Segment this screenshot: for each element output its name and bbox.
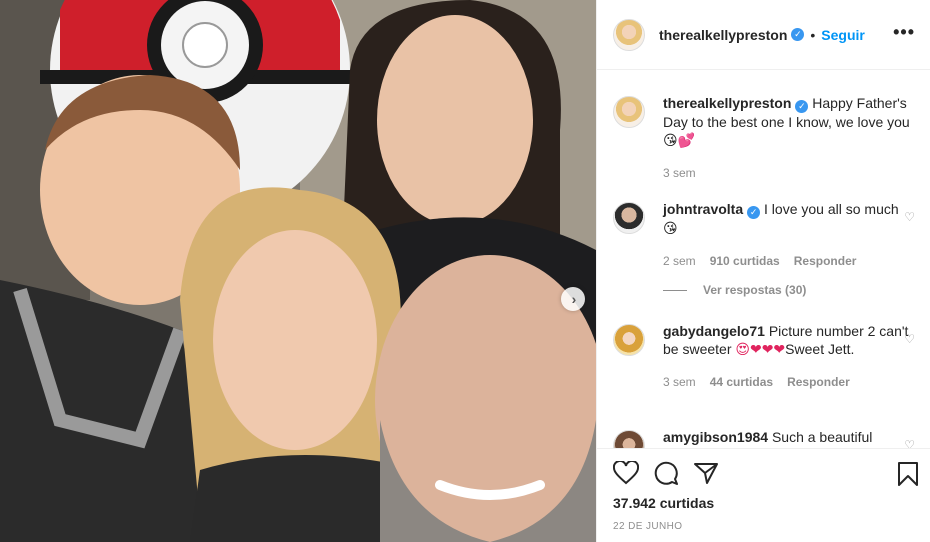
caption-emoji: 😘💕 bbox=[663, 133, 696, 149]
comment-likes[interactable]: 910 curtidas bbox=[710, 252, 780, 270]
verified-badge-icon: ✓ bbox=[747, 206, 761, 219]
reply-button[interactable]: Responder bbox=[794, 252, 857, 270]
comment-like-heart-icon[interactable]: ♡ bbox=[904, 210, 915, 224]
header-separator: • bbox=[810, 26, 816, 43]
comment-avatar[interactable] bbox=[613, 430, 645, 448]
caption-avatar[interactable] bbox=[613, 96, 645, 128]
comment-likes[interactable]: 44 curtidas bbox=[710, 373, 773, 391]
family-selfie-image bbox=[0, 0, 596, 542]
caption-username[interactable]: therealkellypreston bbox=[663, 95, 791, 111]
post-header: therealkellypreston ✓ • Seguir ••• bbox=[597, 0, 930, 70]
comment-row: johntravolta ✓ I love you all so much 😘 2… bbox=[613, 200, 923, 270]
comment-icon[interactable] bbox=[653, 461, 679, 485]
comment-username[interactable]: amygibson1984 bbox=[663, 429, 768, 445]
caption-time[interactable]: 3 sem bbox=[663, 164, 696, 182]
comment-avatar[interactable] bbox=[613, 202, 645, 234]
comment-time[interactable]: 2 sem bbox=[663, 252, 696, 270]
like-count[interactable]: 37.942 curtidas bbox=[613, 495, 714, 511]
caption-row: therealkellypreston ✓ Happy Father's Day … bbox=[613, 94, 923, 182]
comment-username[interactable]: gabydangelo71 bbox=[663, 323, 765, 339]
comments-list[interactable]: therealkellypreston ✓ Happy Father's Day … bbox=[597, 70, 930, 448]
comment-emoji: 😘 bbox=[663, 221, 678, 237]
share-icon[interactable] bbox=[693, 461, 719, 485]
comment-row: gabydangelo71 Picture number 2 can't be … bbox=[613, 322, 923, 391]
post-date[interactable]: 22 DE JUNHO bbox=[613, 521, 682, 532]
view-replies-button[interactable]: Ver respostas (30) bbox=[663, 283, 806, 297]
comment-text: I love you all so much bbox=[764, 201, 899, 217]
more-options-icon[interactable]: ••• bbox=[893, 22, 915, 43]
comment-like-heart-icon[interactable]: ♡ bbox=[904, 332, 915, 346]
replies-divider bbox=[663, 289, 687, 291]
reply-button[interactable]: Responder bbox=[787, 373, 850, 391]
post-sidebar: therealkellypreston ✓ • Seguir ••• there… bbox=[596, 0, 930, 542]
author-username[interactable]: therealkellypreston bbox=[659, 27, 787, 43]
verified-badge-icon: ✓ bbox=[791, 28, 805, 41]
comment-row: amygibson1984 Such a beautiful ♡ bbox=[613, 428, 923, 448]
verified-badge-icon: ✓ bbox=[795, 100, 809, 113]
next-photo-button[interactable]: › bbox=[561, 287, 585, 311]
comment-text: Such a beautiful bbox=[771, 429, 873, 445]
comment-username[interactable]: johntravolta bbox=[663, 201, 743, 217]
comment-emoji: 😍❤❤❤ bbox=[735, 342, 786, 358]
view-replies-label: Ver respostas (30) bbox=[703, 283, 807, 297]
heart-icon[interactable] bbox=[613, 461, 639, 485]
comment-text-after: Sweet Jett. bbox=[785, 341, 855, 357]
comment-like-heart-icon[interactable]: ♡ bbox=[904, 438, 915, 448]
author-avatar[interactable] bbox=[613, 18, 645, 51]
follow-button[interactable]: Seguir bbox=[821, 27, 865, 43]
post-photo[interactable]: › bbox=[0, 0, 596, 542]
comment-time[interactable]: 3 sem bbox=[663, 373, 696, 391]
comment-avatar[interactable] bbox=[613, 324, 645, 356]
next-arrow-icon: › bbox=[571, 291, 577, 307]
instagram-post: › therealkellypreston ✓ • Seguir ••• the… bbox=[0, 0, 930, 542]
post-actions: 37.942 curtidas 22 DE JUNHO bbox=[597, 448, 930, 542]
bookmark-icon[interactable] bbox=[897, 461, 919, 487]
